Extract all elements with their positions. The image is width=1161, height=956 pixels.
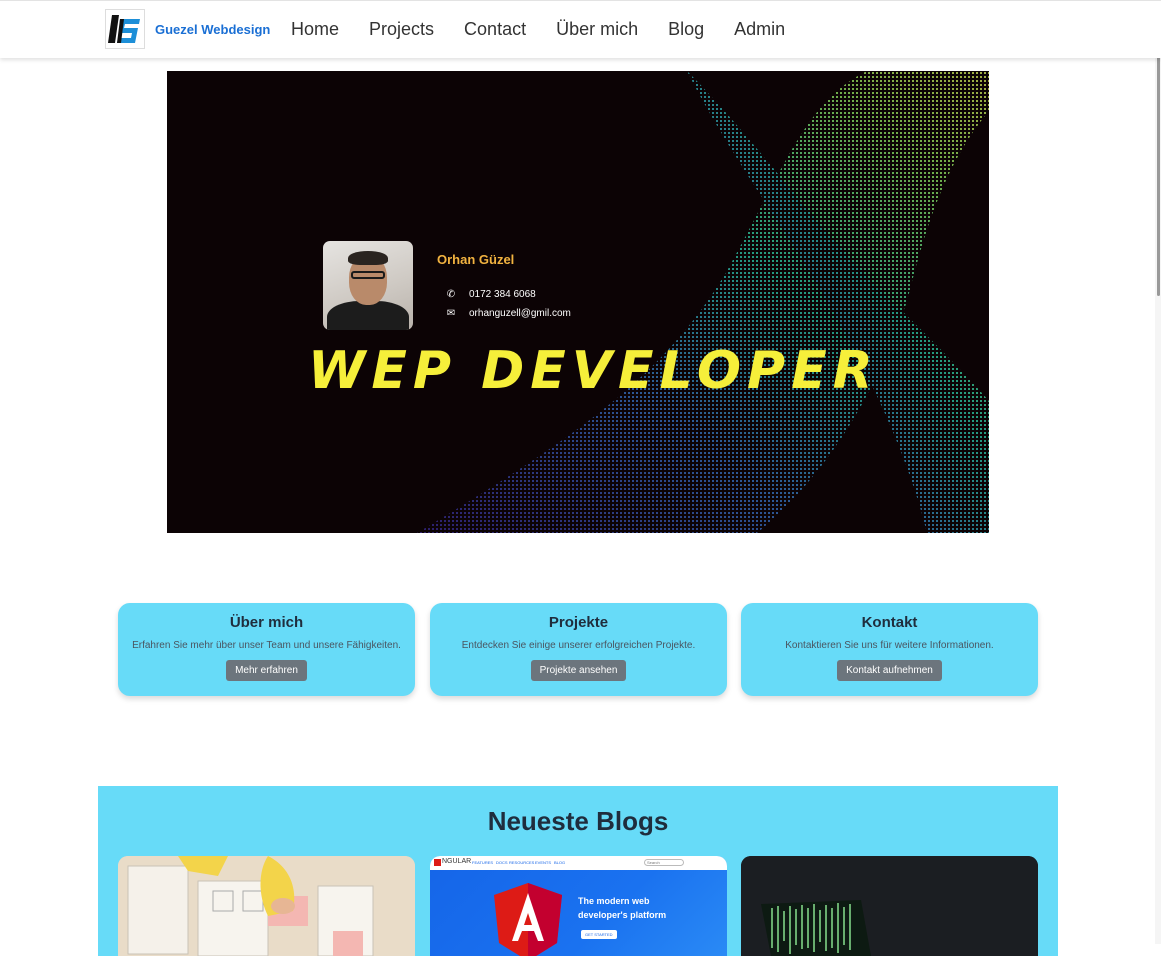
angular-logo-icon xyxy=(494,883,562,956)
blog-image-wireframe xyxy=(118,856,415,956)
profile-name: Orhan Güzel xyxy=(437,252,515,267)
top-navbar: Guezel Webdesign Home Projects Contact Ü… xyxy=(0,0,1161,58)
brand-name: Guezel Webdesign xyxy=(155,21,271,37)
hero-banner: Orhan Güzel ✆ 0172 384 6068 ✉ orhanguzel… xyxy=(167,71,989,533)
phone-icon: ✆ xyxy=(446,288,456,300)
profile-photo xyxy=(323,241,413,330)
nav-projects[interactable]: Projects xyxy=(369,19,434,40)
blog-card-wireframe[interactable] xyxy=(118,856,415,956)
view-projects-button[interactable]: Projekte ansehen xyxy=(530,660,627,681)
brand-logo xyxy=(105,9,145,49)
phone-number: 0172 384 6068 xyxy=(469,288,536,300)
mail-icon: ✉ xyxy=(446,307,456,319)
card-text: Erfahren Sie mehr über unser Team und un… xyxy=(132,640,401,651)
blog-card-matrix[interactable] xyxy=(741,856,1038,956)
brand-link[interactable]: Guezel Webdesign xyxy=(105,9,270,49)
blog-image-code-screen xyxy=(741,856,1038,956)
contact-button[interactable]: Kontakt aufnehmen xyxy=(837,660,942,681)
hero-wave-graphic xyxy=(417,71,989,533)
nav-home[interactable]: Home xyxy=(291,19,339,40)
blog-card-angular[interactable]: NGULAR FEATURES DOCS RESOURCES EVENTS BL… xyxy=(430,856,727,956)
card-about: Über mich Erfahren Sie mehr über unser T… xyxy=(118,603,415,696)
card-title: Projekte xyxy=(548,614,609,631)
angular-site-header: NGULAR FEATURES DOCS RESOURCES EVENTS BL… xyxy=(430,856,727,870)
hero-headline: WEP DEVELOPER xyxy=(308,341,879,401)
page-scrollbar[interactable] xyxy=(1155,0,1161,944)
card-contact: Kontakt Kontaktieren Sie uns für weitere… xyxy=(741,603,1038,696)
card-text: Kontaktieren Sie uns für weitere Informa… xyxy=(785,640,994,651)
card-projects: Projekte Entdecken Sie einige unserer er… xyxy=(430,603,727,696)
phone-line: ✆ 0172 384 6068 xyxy=(445,288,536,300)
card-title: Über mich xyxy=(229,614,304,631)
angular-get-started-button: GET STARTED xyxy=(581,930,617,939)
nav-contact[interactable]: Contact xyxy=(464,19,526,40)
angular-tagline: The modern web developer's platform xyxy=(578,896,667,920)
card-text: Entdecken Sie einige unserer erfolgreich… xyxy=(461,640,696,651)
nav-blog[interactable]: Blog xyxy=(668,19,704,40)
card-title: Kontakt xyxy=(861,614,918,631)
main-nav: Home Projects Contact Über mich Blog Adm… xyxy=(291,19,815,40)
learn-more-button[interactable]: Mehr erfahren xyxy=(226,660,307,681)
blogs-title: Neueste Blogs xyxy=(487,806,669,836)
nav-about[interactable]: Über mich xyxy=(556,19,638,40)
nav-admin[interactable]: Admin xyxy=(734,19,785,40)
email-line: ✉ orhanguzell@gmil.com xyxy=(445,307,571,319)
latest-blogs-section: Neueste Blogs NGULAR FEATURES DOCS RESOU… xyxy=(98,786,1058,956)
email-address: orhanguzell@gmil.com xyxy=(469,307,571,319)
